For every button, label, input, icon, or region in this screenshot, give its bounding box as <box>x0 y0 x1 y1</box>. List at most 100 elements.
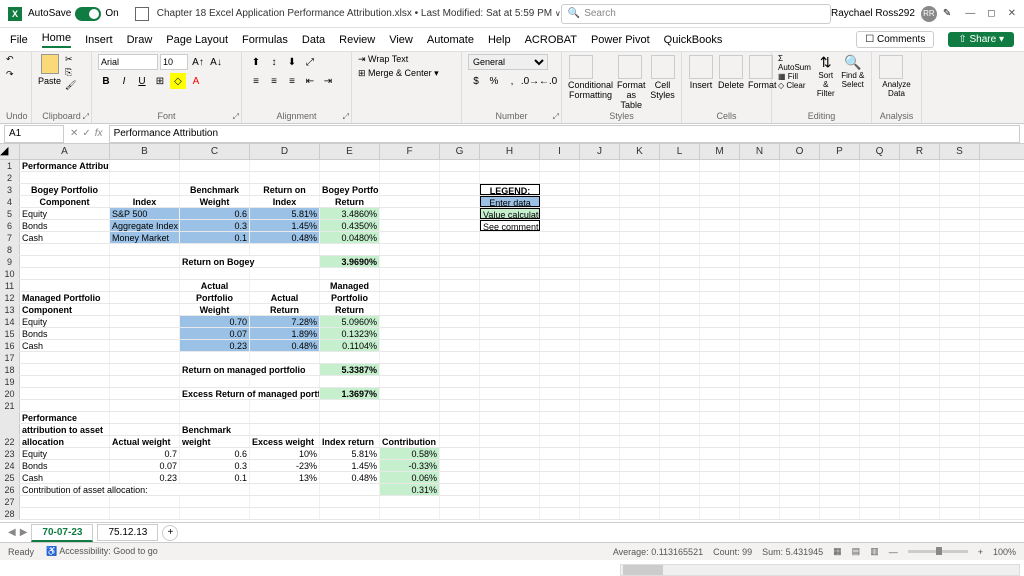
cell[interactable] <box>900 280 940 291</box>
cell[interactable] <box>540 472 580 483</box>
cell[interactable] <box>780 412 820 423</box>
cell[interactable]: 0.1 <box>180 472 250 483</box>
cell[interactable] <box>740 412 780 423</box>
cell[interactable] <box>900 400 940 411</box>
find-select-button[interactable]: 🔍Find & Select <box>841 54 865 89</box>
cell[interactable] <box>940 412 980 423</box>
cell[interactable]: Weight <box>180 304 250 315</box>
cell[interactable] <box>440 208 480 219</box>
cell[interactable] <box>620 244 660 255</box>
cell[interactable] <box>20 280 110 291</box>
cell[interactable] <box>900 376 940 387</box>
fx-icon[interactable]: fx <box>95 128 103 139</box>
font-name-select[interactable] <box>98 54 158 70</box>
cell[interactable] <box>660 436 700 447</box>
cell[interactable] <box>860 172 900 183</box>
align-top-icon[interactable]: ⬆ <box>248 54 264 70</box>
cell[interactable] <box>780 280 820 291</box>
cell[interactable] <box>900 412 940 423</box>
cell[interactable] <box>580 208 620 219</box>
cell[interactable] <box>780 460 820 471</box>
cell[interactable] <box>580 184 620 195</box>
cell[interactable]: Bogey Portfolio <box>320 184 380 195</box>
cell[interactable] <box>320 496 380 507</box>
cell[interactable] <box>440 304 480 315</box>
cell[interactable]: Bonds <box>20 328 110 339</box>
cell[interactable] <box>700 196 740 207</box>
grid-row[interactable]: 22allocationActual weightweightExcess we… <box>0 436 1024 448</box>
cell[interactable] <box>940 232 980 243</box>
cell[interactable] <box>780 340 820 351</box>
cell[interactable] <box>110 304 180 315</box>
cell[interactable] <box>700 244 740 255</box>
cell[interactable] <box>540 400 580 411</box>
cell[interactable] <box>860 304 900 315</box>
cell[interactable] <box>380 220 440 231</box>
cell[interactable] <box>440 172 480 183</box>
cell[interactable] <box>110 268 180 279</box>
cell[interactable]: Contribution of asset allocation: <box>20 484 250 495</box>
cell[interactable] <box>620 376 660 387</box>
number-format-select[interactable]: General <box>468 54 548 70</box>
grid-row[interactable]: 6BondsAggregate Index0.31.45%0.4350%See … <box>0 220 1024 232</box>
grid-row[interactable]: 14Equity0.707.28%5.0960% <box>0 316 1024 328</box>
cell[interactable] <box>620 436 660 447</box>
cell[interactable] <box>660 448 700 459</box>
menu-formulas[interactable]: Formulas <box>242 34 288 46</box>
decrease-font-icon[interactable]: A↓ <box>208 54 224 70</box>
cell[interactable] <box>480 376 540 387</box>
cell[interactable] <box>940 220 980 231</box>
cell[interactable]: See comment <box>480 220 540 231</box>
row-header[interactable]: 22 <box>0 436 20 447</box>
row-header[interactable]: 28 <box>0 508 20 519</box>
orientation-icon[interactable]: ⤢ <box>302 54 318 70</box>
cell[interactable] <box>740 424 780 435</box>
cell[interactable] <box>900 184 940 195</box>
cell[interactable] <box>440 484 480 495</box>
cell[interactable] <box>940 196 980 207</box>
cell[interactable] <box>380 244 440 255</box>
cell[interactable] <box>900 232 940 243</box>
menu-file[interactable]: File <box>10 34 28 46</box>
undo-icon[interactable]: ↶ <box>6 54 14 65</box>
grid-row[interactable]: 18Return on managed portfolio5.3387% <box>0 364 1024 376</box>
percent-icon[interactable]: % <box>486 73 502 89</box>
cell[interactable]: Contribution <box>380 436 440 447</box>
cell[interactable]: 0.23 <box>110 472 180 483</box>
cell[interactable] <box>20 388 110 399</box>
cell[interactable] <box>660 208 700 219</box>
cell[interactable] <box>110 280 180 291</box>
col-header[interactable]: S <box>940 144 980 159</box>
cell[interactable] <box>740 496 780 507</box>
cell[interactable] <box>20 400 110 411</box>
cell[interactable] <box>250 172 320 183</box>
cell[interactable] <box>900 292 940 303</box>
cell[interactable] <box>540 448 580 459</box>
cell[interactable] <box>740 472 780 483</box>
cell[interactable] <box>320 160 380 171</box>
font-color-button[interactable]: A <box>188 73 204 89</box>
col-header[interactable]: B <box>110 144 180 159</box>
row-header[interactable]: 14 <box>0 316 20 327</box>
cell[interactable] <box>740 436 780 447</box>
row-header[interactable]: 17 <box>0 352 20 363</box>
cell[interactable] <box>440 436 480 447</box>
border-button[interactable]: ⊞ <box>152 73 168 89</box>
cell[interactable] <box>180 352 250 363</box>
cell[interactable] <box>440 388 480 399</box>
cell[interactable]: Return <box>320 304 380 315</box>
cell[interactable] <box>580 436 620 447</box>
cell[interactable] <box>480 244 540 255</box>
cell[interactable] <box>700 508 740 519</box>
cell[interactable] <box>320 268 380 279</box>
cell[interactable] <box>480 364 540 375</box>
cell[interactable] <box>780 472 820 483</box>
cell[interactable] <box>700 388 740 399</box>
grid-row[interactable]: 7CashMoney Market0.10.48%0.0480% <box>0 232 1024 244</box>
cell[interactable] <box>940 352 980 363</box>
cell[interactable] <box>540 388 580 399</box>
cell[interactable] <box>580 496 620 507</box>
cell[interactable]: Return <box>250 304 320 315</box>
cell[interactable]: 0.07 <box>180 328 250 339</box>
grid-row[interactable]: 5EquityS&P 5000.65.81%3.4860%Value calcu… <box>0 208 1024 220</box>
